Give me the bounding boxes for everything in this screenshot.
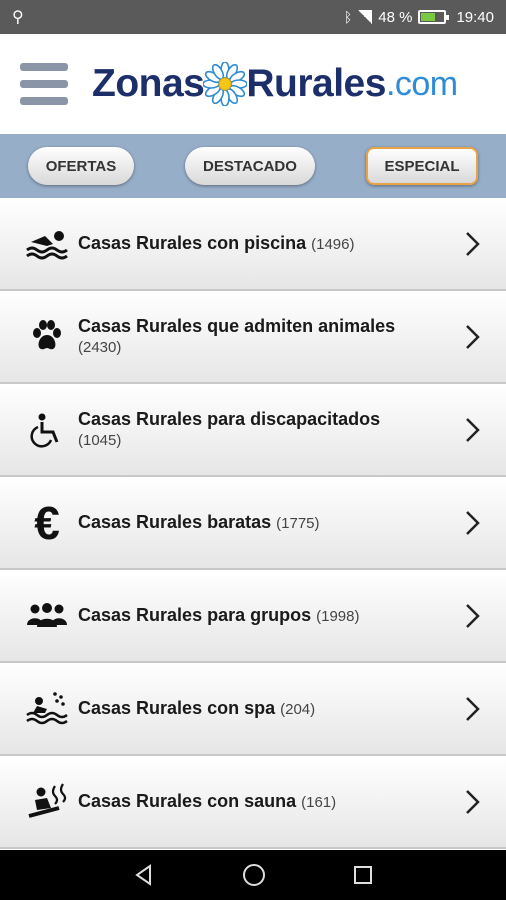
battery-percent: 48 % xyxy=(378,8,413,26)
list-item-label: Casas Rurales con piscina xyxy=(78,232,307,253)
list-item-piscina[interactable]: Casas Rurales con piscina (1496) xyxy=(0,198,506,291)
back-icon[interactable] xyxy=(132,863,156,887)
euro-icon: € xyxy=(34,496,60,549)
list-item-count: (1775) xyxy=(276,514,320,532)
logo-text-rurales: Rurales xyxy=(246,62,386,105)
swimming-icon xyxy=(24,221,70,267)
logo-text-zonas: Zonas xyxy=(92,62,205,105)
battery-icon xyxy=(418,10,450,24)
chevron-right-icon xyxy=(466,510,480,535)
list-item-sauna[interactable]: Casas Rurales con sauna (161) xyxy=(0,756,506,849)
chevron-right-icon xyxy=(466,603,480,628)
list-item-animales[interactable]: Casas Rurales que admiten animales (2430… xyxy=(0,291,506,384)
home-icon[interactable] xyxy=(241,862,267,888)
recents-icon[interactable] xyxy=(352,864,374,886)
chevron-right-icon xyxy=(466,417,480,442)
list-item-label: Casas Rurales para grupos xyxy=(78,604,312,625)
filter-destacado-button[interactable]: DESTACADO xyxy=(185,147,315,185)
list-item-count: (204) xyxy=(280,700,316,718)
app-header: Zonas Rurales .com xyxy=(0,34,506,134)
list-item-count: (2430) xyxy=(78,338,122,356)
clock: 19:40 xyxy=(456,8,494,26)
list-item-label: Casas Rurales baratas xyxy=(78,511,272,532)
spa-icon xyxy=(24,686,70,732)
list-item-count: (161) xyxy=(301,793,337,811)
chevron-right-icon xyxy=(466,696,480,721)
list-item-spa[interactable]: Casas Rurales con spa (204) xyxy=(0,663,506,756)
logo-text-domain: .com xyxy=(385,64,458,103)
daisy-icon xyxy=(202,61,249,107)
system-nav-bar xyxy=(0,850,506,900)
chevron-right-icon xyxy=(466,324,480,349)
paw-icon xyxy=(24,314,70,360)
list-item-label: Casas Rurales para discapacitados xyxy=(78,408,381,429)
category-list: Casas Rurales con piscina (1496) Casas R… xyxy=(0,198,506,850)
logo[interactable]: Zonas Rurales .com xyxy=(92,61,458,107)
filter-bar: OFERTAS DESTACADO ESPECIAL xyxy=(0,134,506,198)
usb-icon: ⚲ xyxy=(12,9,24,26)
filter-ofertas-button[interactable]: OFERTAS xyxy=(28,147,134,185)
signal-icon xyxy=(358,10,373,24)
list-item-baratas[interactable]: € Casas Rurales baratas (1775) xyxy=(0,477,506,570)
filter-especial-button[interactable]: ESPECIAL xyxy=(366,147,478,185)
list-item-count: (1496) xyxy=(311,235,355,253)
list-item-count: (1998) xyxy=(316,607,360,625)
list-item-grupos[interactable]: Casas Rurales para grupos (1998) xyxy=(0,570,506,663)
chevron-right-icon xyxy=(466,231,480,256)
list-item-discapacitados[interactable]: Casas Rurales para discapacitados (1045) xyxy=(0,384,506,477)
sauna-icon xyxy=(24,779,70,825)
chevron-right-icon xyxy=(466,789,480,814)
group-icon xyxy=(24,593,70,639)
list-item-label: Casas Rurales con spa xyxy=(78,697,276,718)
list-item-label: Casas Rurales que admiten animales xyxy=(78,315,396,336)
wheelchair-icon xyxy=(24,407,70,453)
list-item-count: (1045) xyxy=(78,431,122,449)
status-bar: ⚲ ᛒ 48 % 19:40 xyxy=(0,0,506,34)
list-item-label: Casas Rurales con sauna xyxy=(78,790,297,811)
menu-icon[interactable] xyxy=(20,63,68,105)
bluetooth-icon: ᛒ xyxy=(343,9,353,25)
